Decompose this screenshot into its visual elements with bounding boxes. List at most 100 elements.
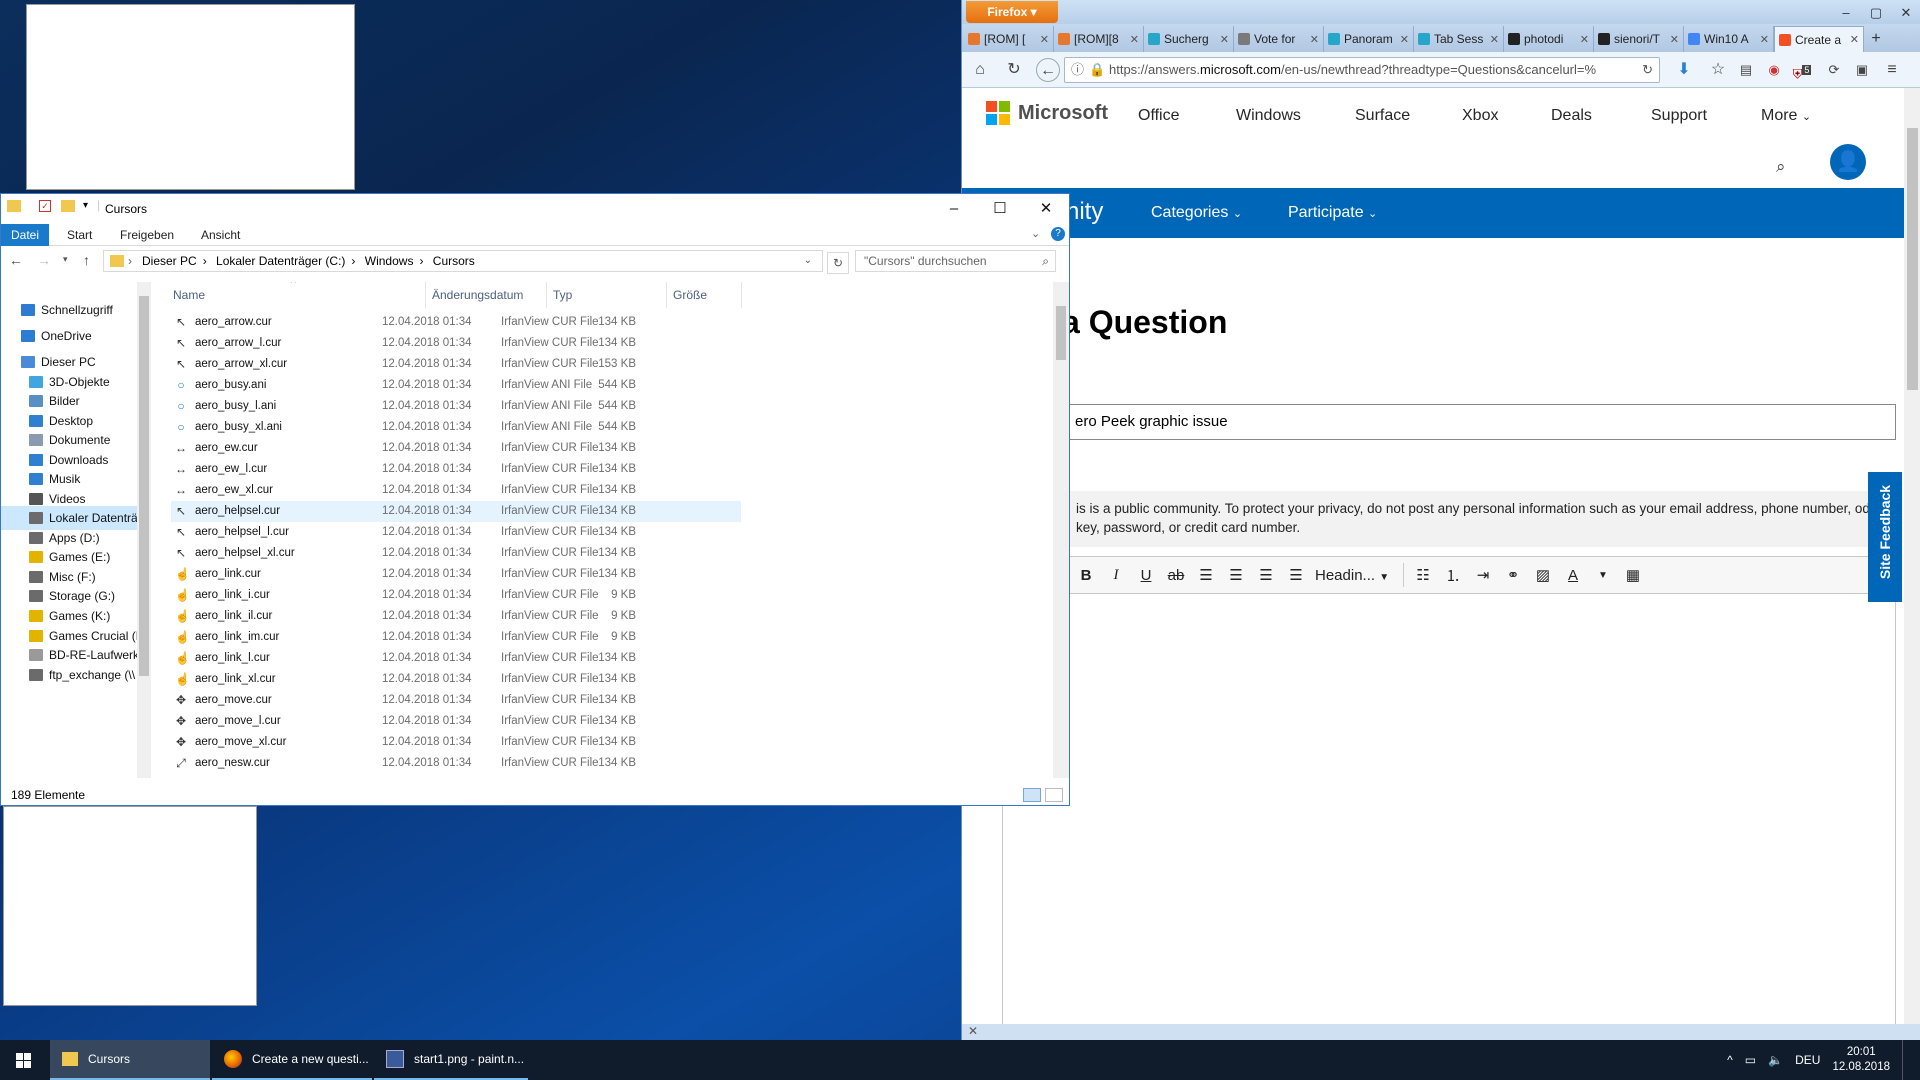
new-folder-icon[interactable] [61,200,75,212]
tab-close-icon[interactable]: ✕ [1400,33,1409,46]
back-icon[interactable]: ← [1036,58,1060,82]
tab-close-icon[interactable]: ✕ [1220,33,1229,46]
up-icon[interactable]: ↑ [83,252,90,268]
info-icon[interactable]: ⓘ [1071,58,1084,82]
align-center-icon[interactable]: ☰ [1225,566,1247,584]
explorer-titlebar[interactable]: ✓ ▾ | Cursors – ☐ ✕ [1,194,1069,224]
home-icon[interactable]: ⌂ [968,58,992,82]
quick-access-dropdown-icon[interactable]: ▾ [83,200,88,211]
align-left-icon[interactable]: ☰ [1195,566,1217,584]
table-row[interactable]: ✥ aero_move.cur 12.04.2018 01:34 IrfanView … [171,690,741,711]
minimize-icon[interactable]: – [1831,0,1861,26]
table-row[interactable]: ○ aero_busy_xl.ani 12.04.2018 01:34 IrfanVi… [171,417,741,438]
tab-datei[interactable]: Datei [1,224,50,246]
tab-ansicht[interactable]: Ansicht [191,224,250,246]
tab-close-icon[interactable]: ✕ [1490,33,1499,46]
align-right-icon[interactable]: ☰ [1255,566,1277,584]
close-findbar-icon[interactable]: ✕ [968,1024,978,1038]
tab-close-icon[interactable]: ✕ [1310,33,1319,46]
search-icon[interactable]: ⌕ [1776,157,1786,177]
table-row[interactable]: ○ aero_busy.ani 12.04.2018 01:34 IrfanView … [171,375,741,396]
table-row[interactable]: ↔ aero_ew.cur 12.04.2018 01:34 IrfanView CU… [171,438,741,459]
table-row[interactable]: ☝ aero_link_i.cur 12.04.2018 01:34 IrfanVie… [171,585,741,606]
breadcrumb-cursors[interactable]: Cursors [433,254,475,268]
tab-freigeben[interactable]: Freigeben [110,224,184,246]
screenshot-icon[interactable]: ▣ [1850,58,1874,82]
table-row[interactable]: ☝ aero_link_il.cur 12.04.2018 01:34 IrfanVi… [171,606,741,627]
table-row[interactable]: ✥ aero_move_xl.cur 12.04.2018 01:34 IrfanVi… [171,732,741,753]
start-button[interactable] [0,1040,48,1080]
site-feedback-button[interactable]: Site Feedback [1868,472,1902,602]
browser-tab[interactable]: [ROM] [✕ [964,26,1054,52]
search-input[interactable]: "Cursors" durchsuchen ⌕ [855,250,1056,272]
nav-item[interactable]: OneDrive [1,324,137,348]
file-list-scrollbar[interactable] [1053,282,1069,778]
reload-icon[interactable]: ↻ [1002,58,1026,82]
numbered-list-icon[interactable]: ⒈ [1442,565,1464,586]
maximize-icon[interactable]: ☐ [977,194,1023,224]
nav-item[interactable]: ftp_exchange (\\ [1,663,137,687]
close-icon[interactable]: ✕ [1891,0,1920,26]
font-color-dropdown-icon[interactable]: ▼ [1592,570,1614,581]
browser-tab[interactable]: Tab Sess ✕ [1414,26,1504,52]
forward-icon[interactable]: → [37,252,51,268]
font-color-icon[interactable]: A [1562,567,1584,584]
nav-categories[interactable]: Categories ⌄ [1151,204,1242,222]
minimize-icon[interactable]: – [931,194,977,224]
browser-tab[interactable]: Create a ✕ [1774,26,1864,52]
volume-icon[interactable]: 🔈 [1768,1053,1783,1067]
tab-close-icon[interactable]: ✕ [1040,33,1049,46]
page-scrollbar[interactable] [1904,88,1920,1024]
table-row[interactable]: ☝ aero_link_im.cur 12.04.2018 01:34 IrfanVi… [171,627,741,648]
sync-icon[interactable]: ⟳ [1822,58,1846,82]
taskbar-item-explorer[interactable]: Cursors [50,1040,210,1080]
bold-icon[interactable]: B [1075,567,1097,584]
download-icon[interactable]: ⬇ [1672,58,1696,82]
tab-close-icon[interactable]: ✕ [1850,33,1859,46]
nav-windows[interactable]: Windows [1236,107,1301,125]
table-row[interactable]: ⤢ aero_nesw.cur 12.04.2018 01:34 IrfanView … [171,753,741,774]
image-icon[interactable]: ▨ [1532,566,1554,584]
browser-tab[interactable]: Vote for ✕ [1234,26,1324,52]
help-icon[interactable]: ? [1051,227,1065,241]
large-icons-view-icon[interactable] [1045,788,1063,802]
browser-tab[interactable]: photodi ✕ [1504,26,1594,52]
url-reload-icon[interactable]: ↻ [1642,58,1653,82]
details-view-icon[interactable] [1023,788,1041,802]
breadcrumb-laufwerk[interactable]: Lokaler Datenträger (C:) [216,254,345,268]
tab-close-icon[interactable]: ✕ [1670,33,1679,46]
table-row[interactable]: ↔ aero_ew_l.cur 12.04.2018 01:34 IrfanView … [171,459,741,480]
justify-icon[interactable]: ☰ [1285,566,1307,584]
table-row[interactable]: ○ aero_busy_l.ani 12.04.2018 01:34 IrfanVie… [171,396,741,417]
back-icon[interactable]: ← [9,252,23,268]
table-row[interactable]: ↖ aero_arrow_xl.cur 12.04.2018 01:34 IrfanV… [171,354,741,375]
column-name[interactable]: Name [167,282,426,308]
link-icon[interactable]: ⚭ [1502,566,1524,584]
scrollbar-thumb[interactable] [1907,128,1918,390]
tab-start[interactable]: Start [57,224,102,246]
maximize-icon[interactable]: ▢ [1861,0,1891,26]
close-icon[interactable]: ✕ [1023,194,1069,224]
microsoft-logo[interactable]: Microsoft [986,101,1108,125]
firefox-titlebar[interactable]: Firefox ▾ – ▢ ✕ [962,0,1920,26]
ribbon-expand-icon[interactable]: ⌄ [1031,227,1040,240]
address-path[interactable]: › Dieser PC › Lokaler Datenträger (C:) › W… [103,250,823,272]
white-window-top[interactable] [26,4,355,190]
nav-item[interactable]: Schnellzugriff [1,298,137,322]
browser-tab[interactable]: Win10 A ✕ [1684,26,1774,52]
browser-tab[interactable]: [ROM][8 ✕ [1054,26,1144,52]
show-desktop-button[interactable] [1902,1040,1906,1080]
table-row[interactable]: ↖ aero_helpsel.cur 12.04.2018 01:34 IrfanVi… [171,501,741,522]
ublock-icon[interactable]: ⛨ 5 [1790,58,1814,82]
taskbar-item-paint[interactable]: start1.png - paint.n... [374,1040,528,1080]
network-icon[interactable]: ▭ [1745,1053,1756,1067]
tab-close-icon[interactable]: ✕ [1130,33,1139,46]
browser-tab[interactable]: Sucherg ✕ [1144,26,1234,52]
nav-support[interactable]: Support [1651,107,1707,125]
table-row[interactable]: ↖ aero_helpsel_l.cur 12.04.2018 01:34 Irfan… [171,522,741,543]
addon-icon[interactable]: ◉ [1762,58,1786,82]
nav-more[interactable]: More ⌄ [1761,107,1811,125]
nav-office[interactable]: Office [1138,107,1180,125]
taskbar-item-firefox[interactable]: Create a new questi... [212,1040,372,1080]
table-row[interactable]: ☝ aero_link.cur 12.04.2018 01:34 IrfanView … [171,564,741,585]
